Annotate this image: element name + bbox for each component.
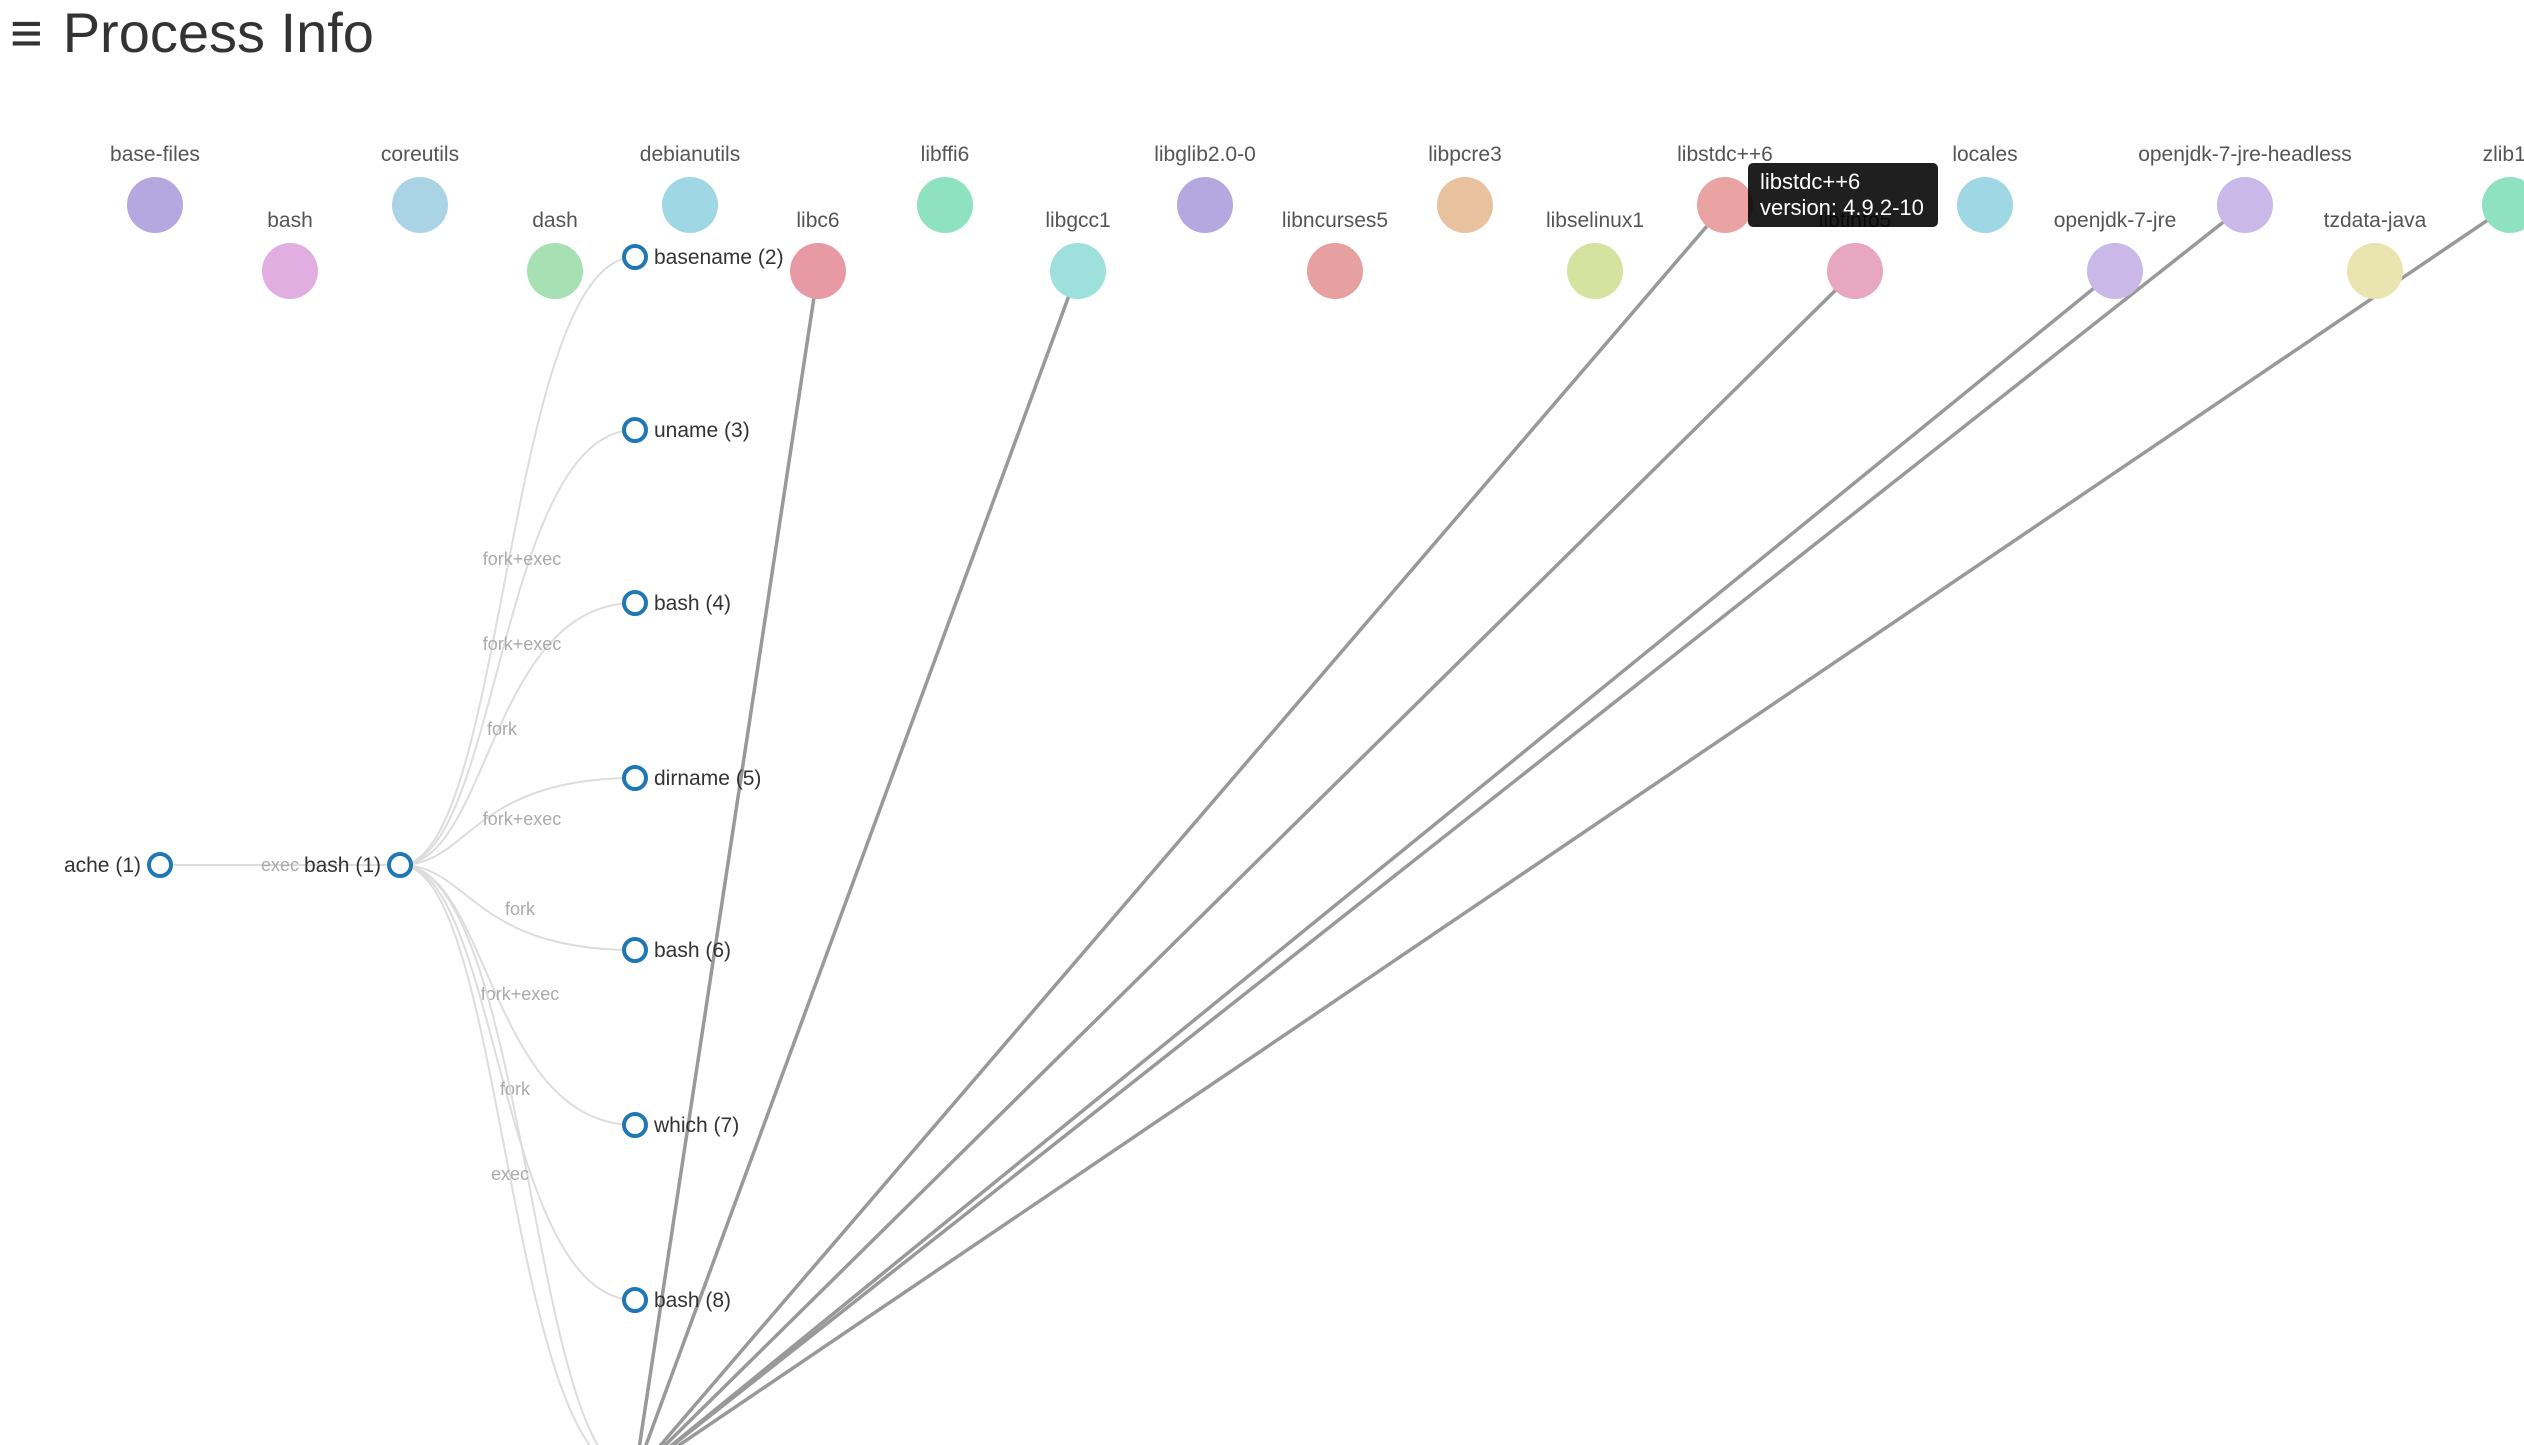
process-nodes: ache (1) bash (1) basename (2) uname (3) bas… [64,246,881,1445]
process-node-uname[interactable] [624,419,646,441]
package-label: libc6 [796,209,839,232]
process-node-bash1[interactable] [389,854,411,876]
package-label: dash [532,209,578,232]
process-node-bash6[interactable] [624,939,646,961]
package-label: libglib2.0-0 [1154,143,1256,166]
process-label: bash (6) [654,939,731,962]
edge-label: fork+exec [483,549,562,569]
process-node-ache[interactable] [149,854,171,876]
edge-label: fork [505,899,536,919]
package-node-libc6[interactable] [790,243,846,299]
process-label: which (7) [653,1114,739,1137]
package-nodes: base-files coreutils debianutils libffi6 lib… [110,143,2524,299]
package-label: libgcc1 [1045,209,1110,232]
page-title: Process Info [63,0,374,65]
process-label: basename (2) [654,246,784,269]
process-node-which[interactable] [624,1114,646,1136]
package-label: libselinux1 [1546,209,1644,232]
edge-label: fork+exec [483,809,562,829]
package-node-openjdk7hl[interactable] [2217,177,2273,233]
package-node-base-files[interactable] [127,177,183,233]
menu-icon[interactable]: ≡ [10,5,43,61]
package-label: libffi6 [921,143,970,166]
tooltip: libstdc++6version: 4.9.2-10 [1748,163,1938,227]
process-label: bash (1) [304,854,381,877]
process-edges: exec fork+exec fork+exec fork fork+exec fork f… [160,257,870,1445]
package-node-tzdata-java[interactable] [2347,243,2403,299]
package-node-openjdk7[interactable] [2087,243,2143,299]
package-node-libpcre3[interactable] [1437,177,1493,233]
dependency-edges [635,205,2510,1445]
package-node-libncurses5[interactable] [1307,243,1363,299]
edge-label: exec [261,855,299,875]
process-node-dirname[interactable] [624,767,646,789]
edge-label: fork [487,719,518,739]
package-node-libselinux1[interactable] [1567,243,1623,299]
package-node-locales[interactable] [1957,177,2013,233]
package-label: zlib1g [2483,143,2524,166]
package-label: tzdata-java [2324,209,2427,232]
package-node-libglib2[interactable] [1177,177,1233,233]
edge-label: exec [491,1164,529,1184]
process-node-basename[interactable] [624,246,646,268]
edge-label: fork+exec [483,634,562,654]
package-label: coreutils [381,143,459,166]
edge-label: fork [500,1079,531,1099]
package-label: libstdc++6 [1677,143,1773,166]
package-label: libncurses5 [1282,209,1388,232]
package-label: libpcre3 [1428,143,1502,166]
package-node-libgcc1[interactable] [1050,243,1106,299]
package-label: bash [267,209,313,232]
package-node-dash[interactable] [527,243,583,299]
package-node-libstdc6[interactable] [1697,177,1753,233]
tooltip-line2: version: 4.9.2-10 [1760,195,1924,220]
package-label: openjdk-7-jre [2054,209,2177,232]
package-label: openjdk-7-jre-headless [2138,143,2352,166]
package-label: locales [1952,143,2017,166]
package-node-bash-pkg[interactable] [262,243,318,299]
process-label: dirname (5) [654,767,761,790]
package-node-libtinfo5[interactable] [1827,243,1883,299]
edge-label: fork+exec [481,984,560,1004]
process-label: bash (4) [654,592,731,615]
package-node-libffi6[interactable] [917,177,973,233]
package-node-zlib1g[interactable] [2482,177,2524,233]
package-label: debianutils [640,143,740,166]
process-node-bash4[interactable] [624,592,646,614]
process-label: ache (1) [64,854,141,877]
package-node-coreutils[interactable] [392,177,448,233]
header: ≡ Process Info [0,0,2524,65]
package-node-debianutils[interactable] [662,177,718,233]
process-graph[interactable]: exec fork+exec fork+exec fork fork+exec fork f… [0,65,2524,1445]
package-label: base-files [110,143,200,166]
process-label: uname (3) [654,419,750,442]
tooltip-line1: libstdc++6 [1760,169,1860,194]
process-label: bash (8) [654,1289,731,1312]
process-node-bash8[interactable] [624,1289,646,1311]
